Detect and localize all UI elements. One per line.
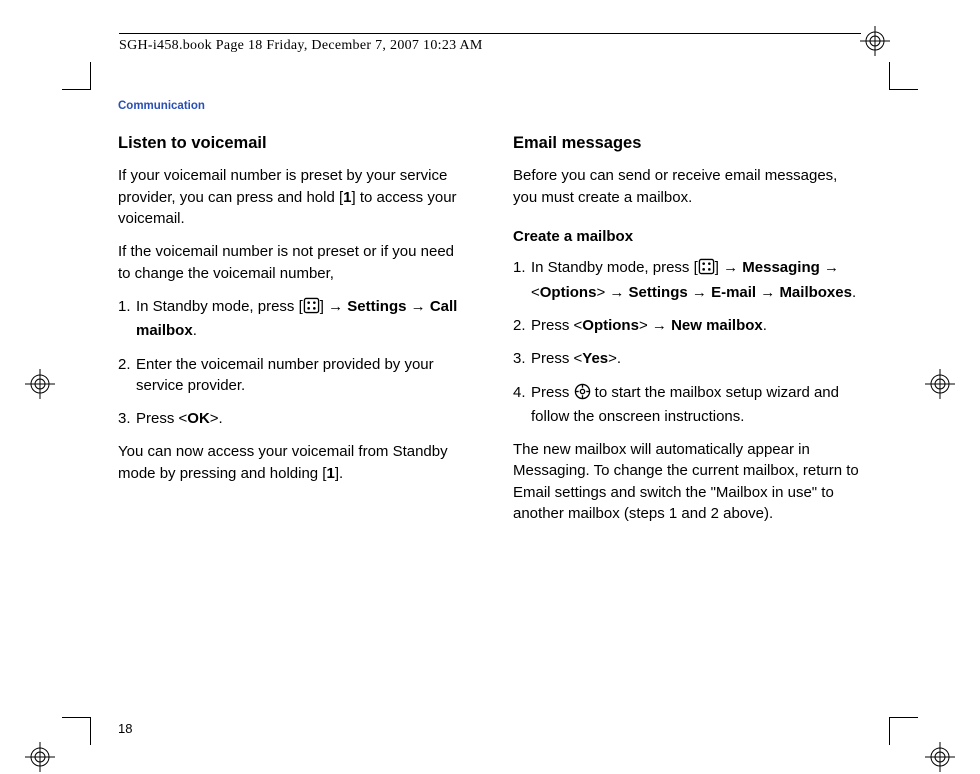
text: You can now access your voicemail from S… — [118, 443, 448, 481]
text: ] → — [320, 298, 348, 315]
email-intro: Before you can send or receive email mes… — [513, 165, 862, 208]
softkey-options: Options — [582, 317, 639, 334]
key-1: 1 — [326, 465, 334, 482]
softkey-yes: Yes — [582, 350, 608, 367]
menu-settings: Settings — [629, 284, 688, 301]
menu-email: E-mail — [711, 284, 756, 301]
step-number: 2. — [118, 354, 136, 397]
mailbox-step-2: 2. Press <Options> → New mailbox. — [513, 315, 862, 336]
menu-mailboxes: Mailboxes — [779, 284, 852, 301]
text: → — [688, 284, 711, 301]
step-body: Press <Options> → New mailbox. — [531, 315, 862, 336]
voicemail-intro-1: If your voicemail number is preset by yo… — [118, 165, 467, 229]
menu-key-icon — [698, 258, 715, 281]
registration-mark-icon — [925, 742, 955, 772]
text: . — [193, 322, 197, 339]
voicemail-intro-2: If the voicemail number is not preset or… — [118, 241, 467, 284]
step-number: 4. — [513, 382, 531, 428]
mailbox-step-3: 3. Press <Yes>. — [513, 348, 862, 369]
text: Press < — [531, 350, 582, 367]
mailbox-step-1: 1. In Standby mode, press [ ] → Messaging… — [513, 257, 862, 303]
step-body: Enter the voicemail number provided by y… — [136, 354, 467, 397]
crop-mark-bottom-left — [76, 731, 104, 759]
voicemail-outro: You can now access your voicemail from S… — [118, 441, 467, 484]
text: In Standby mode, press [ — [136, 298, 303, 315]
mailbox-outro: The new mailbox will automatically appea… — [513, 439, 862, 524]
left-column: Listen to voicemail If your voicemail nu… — [118, 132, 467, 536]
softkey-ok: OK — [187, 410, 210, 427]
text: . — [852, 284, 856, 301]
text: Press < — [136, 410, 187, 427]
text: Press — [531, 384, 574, 401]
text: → — [406, 298, 429, 315]
running-head: SGH-i458.book Page 18 Friday, December 7… — [119, 38, 483, 54]
step-body: Press <Yes>. — [531, 348, 862, 369]
softkey-options: Options — [540, 284, 597, 301]
text: > → — [639, 317, 671, 334]
voicemail-step-2: 2. Enter the voicemail number provided b… — [118, 354, 467, 397]
text: Press < — [531, 317, 582, 334]
menu-new-mailbox: New mailbox — [671, 317, 763, 334]
registration-mark-icon — [860, 26, 890, 56]
registration-mark-icon — [25, 369, 55, 399]
menu-messaging: Messaging — [742, 259, 820, 276]
step-number: 2. — [513, 315, 531, 336]
registration-mark-icon — [925, 369, 955, 399]
heading-email-messages: Email messages — [513, 132, 862, 155]
header-rule — [119, 33, 861, 34]
heading-listen-voicemail: Listen to voicemail — [118, 132, 467, 155]
text: In Standby mode, press [ — [531, 259, 698, 276]
page-body: Communication Listen to voicemail If you… — [118, 100, 862, 744]
text: >. — [608, 350, 621, 367]
menu-key-icon — [303, 297, 320, 320]
text: ] → — [715, 259, 743, 276]
step-number: 1. — [118, 296, 136, 342]
crop-mark-bottom-right — [876, 731, 904, 759]
step-number: 3. — [513, 348, 531, 369]
right-column: Email messages Before you can send or re… — [513, 132, 862, 536]
step-body: In Standby mode, press [] → Messaging → … — [531, 257, 862, 303]
mailbox-step-4: 4. Press to start the mailbox setup wiza… — [513, 382, 862, 428]
text: ]. — [335, 465, 343, 482]
page-number: 18 — [118, 721, 132, 736]
crop-mark-top-left — [76, 48, 104, 76]
text: > → — [596, 284, 628, 301]
text: >. — [210, 410, 223, 427]
step-number: 1. — [513, 257, 531, 303]
subheading-create-mailbox: Create a mailbox — [513, 226, 862, 247]
menu-settings: Settings — [347, 298, 406, 315]
step-body: In Standby mode, press [] → Settings → C… — [136, 296, 467, 342]
step-number: 3. — [118, 408, 136, 429]
step-body: Press <OK>. — [136, 408, 467, 429]
registration-mark-icon — [25, 742, 55, 772]
nav-key-icon — [574, 383, 591, 406]
voicemail-step-3: 3. Press <OK>. — [118, 408, 467, 429]
crop-mark-top-right — [876, 48, 904, 76]
text: . — [763, 317, 767, 334]
step-body: Press to start the mailbox setup wizard … — [531, 382, 862, 428]
section-label: Communication — [118, 100, 862, 112]
voicemail-step-1: 1. In Standby mode, press [] → Settings … — [118, 296, 467, 342]
text: → — [756, 284, 779, 301]
